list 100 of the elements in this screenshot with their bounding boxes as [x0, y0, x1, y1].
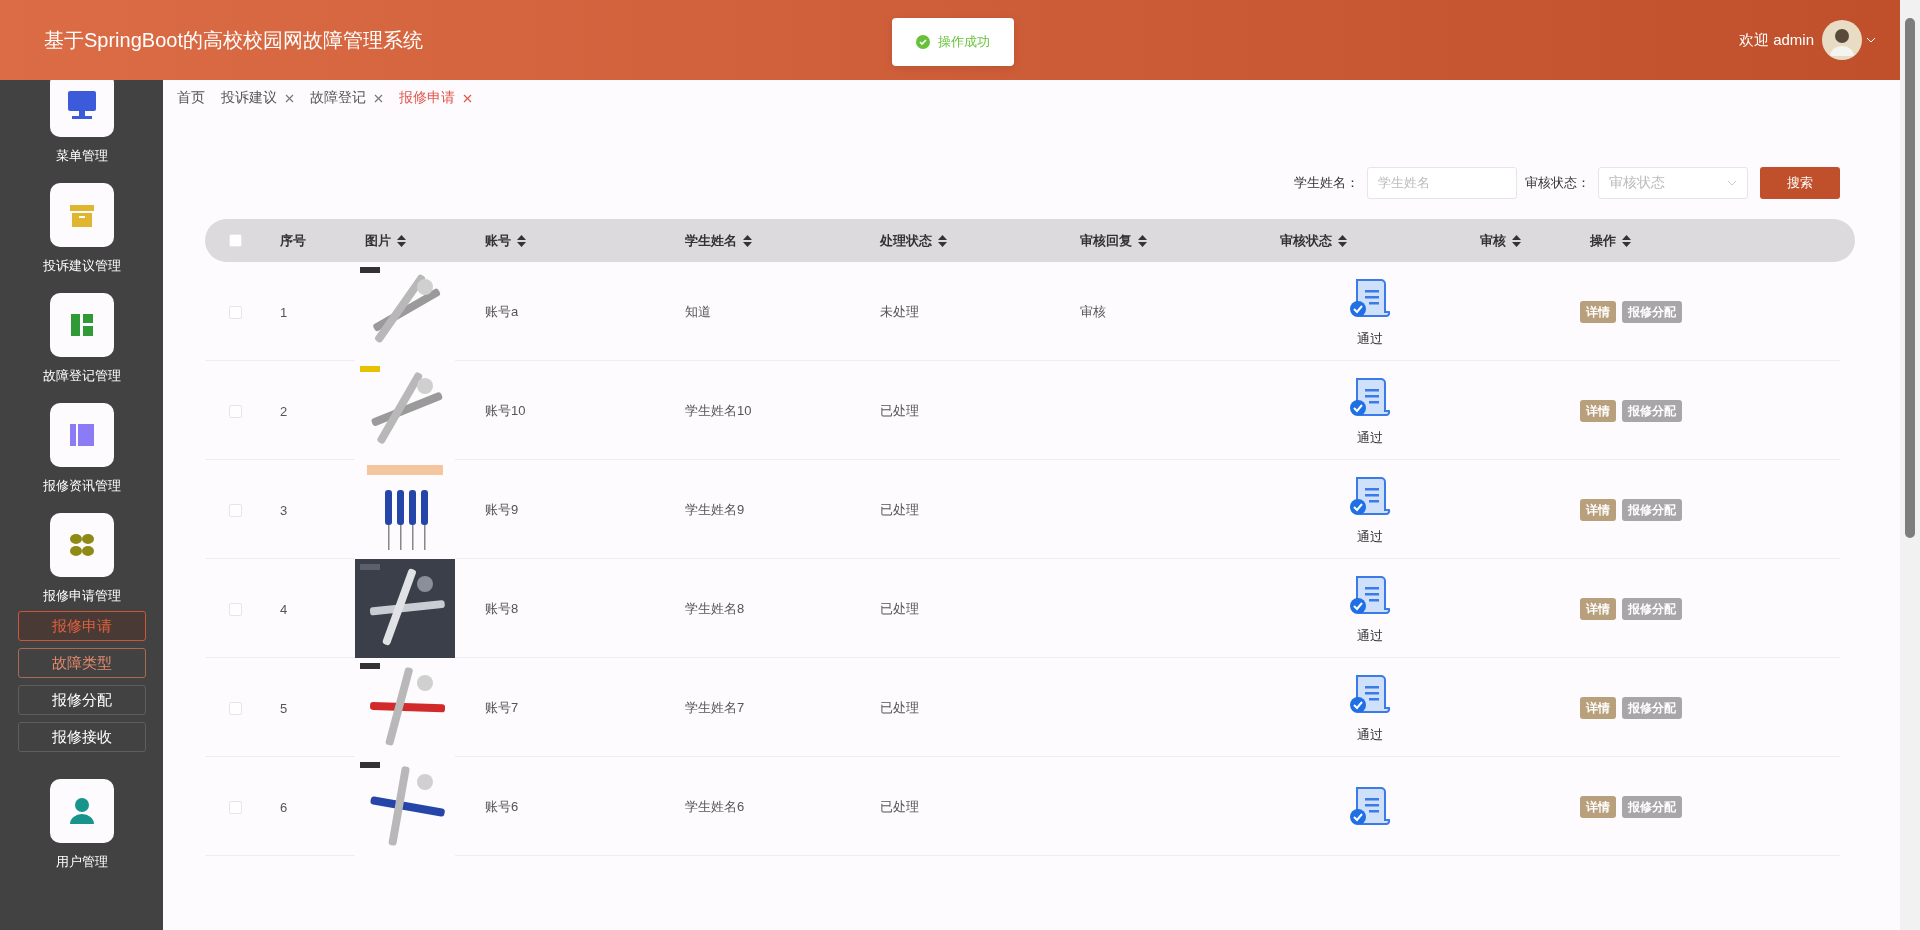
table-cell-text: 1 [279, 304, 289, 320]
column-header: 学生姓名 [685, 231, 737, 250]
submenu-item[interactable]: 故障类型 [17, 648, 146, 678]
select-all-checkbox[interactable] [229, 234, 242, 247]
table-cell-text: 学生姓名8 [684, 600, 746, 618]
details-button[interactable]: 详情 [1580, 796, 1616, 818]
column-header: 审核状态 [1280, 231, 1332, 250]
menu-label[interactable]: 故障登记管理 [42, 367, 121, 385]
audit-status: 通过 [1357, 726, 1383, 744]
sort-icon[interactable] [743, 234, 752, 247]
submenu-item[interactable]: 报修分配 [17, 685, 146, 715]
name-input[interactable]: 学生姓名 [1367, 166, 1517, 199]
submenu-item[interactable]: 报修申请 [17, 611, 146, 641]
column-header: 图片 [365, 231, 391, 250]
details-button[interactable]: 详情 [1580, 598, 1616, 620]
sort-icon[interactable] [938, 234, 947, 247]
table-cell-text: 已处理 [879, 798, 920, 816]
scrollbar[interactable] [1900, 0, 1920, 930]
column-header: 处理状态 [880, 231, 932, 250]
field-label: 学生姓名： [1294, 173, 1359, 192]
table-cell-text: 学生姓名6 [684, 798, 746, 816]
search-button[interactable]: 搜索 [1760, 166, 1840, 199]
table-cell-text: 5 [279, 700, 289, 716]
row-checkbox[interactable] [229, 305, 242, 319]
menu-card[interactable] [49, 293, 114, 357]
menu-label[interactable]: 报修资讯管理 [42, 477, 121, 495]
audit-status: 通过 [1357, 429, 1383, 447]
menu-card[interactable] [49, 183, 114, 247]
field-label: 审核状态： [1525, 173, 1590, 192]
details-button[interactable]: 详情 [1580, 400, 1616, 422]
assign-button[interactable]: 报修分配 [1622, 301, 1682, 323]
sort-icon[interactable] [1138, 234, 1147, 247]
row-checkbox[interactable] [229, 503, 242, 517]
details-button[interactable]: 详情 [1580, 697, 1616, 719]
table-cell-text: 账号8 [484, 600, 520, 618]
close-icon[interactable] [374, 93, 383, 103]
audit-status: 通过 [1357, 528, 1383, 546]
table-cell-text: 已处理 [879, 699, 920, 717]
sort-icon[interactable] [1622, 234, 1631, 247]
status-select[interactable]: 审核状态 [1598, 166, 1748, 199]
avatar-icon[interactable] [1822, 20, 1862, 60]
table-cell-text: 账号a [484, 303, 520, 321]
window-icon [66, 90, 97, 120]
close-icon[interactable] [463, 93, 472, 103]
column-header: 账号 [485, 231, 511, 250]
assign-button[interactable]: 报修分配 [1622, 598, 1682, 620]
audit-status: 通过 [1357, 627, 1383, 645]
chevron-down-icon[interactable] [1866, 37, 1876, 43]
table-cell-text: 审核 [1079, 303, 1107, 321]
column-header: 审核 [1480, 231, 1506, 250]
assign-button[interactable]: 报修分配 [1622, 697, 1682, 719]
table-cell-text: 已处理 [879, 402, 920, 420]
sort-icon[interactable] [1512, 234, 1521, 247]
table-cell-text: 已处理 [879, 600, 920, 618]
menu-label[interactable]: 报修申请管理 [42, 587, 121, 605]
table-cell-text: 知道 [684, 303, 712, 321]
menu-label[interactable]: 用户管理 [55, 853, 108, 871]
column-header: 审核回复 [1080, 231, 1132, 250]
sort-icon[interactable] [1338, 234, 1347, 247]
table-cell-text: 学生姓名10 [684, 402, 753, 420]
sort-icon[interactable] [517, 234, 526, 247]
assign-button[interactable]: 报修分配 [1622, 796, 1682, 818]
menu-card[interactable] [49, 513, 114, 577]
close-icon[interactable] [285, 93, 294, 103]
menu-label[interactable]: 投诉建议管理 [42, 257, 121, 275]
table-cell-text: 账号9 [484, 501, 520, 519]
menu-label[interactable]: 菜单管理 [55, 147, 108, 165]
assign-button[interactable]: 报修分配 [1622, 400, 1682, 422]
row-checkbox[interactable] [229, 404, 242, 418]
check-circle-icon [916, 35, 930, 49]
table-cell-text: 账号10 [484, 402, 527, 420]
menu-card[interactable] [49, 779, 114, 843]
submenu-item[interactable]: 报修接收 [17, 722, 146, 752]
assign-button[interactable]: 报修分配 [1622, 499, 1682, 521]
details-button[interactable]: 详情 [1580, 301, 1616, 323]
row-checkbox[interactable] [229, 602, 242, 616]
row-checkbox[interactable] [229, 800, 242, 814]
toast-message: 操作成功 [938, 33, 990, 51]
table-cell-text: 2 [279, 403, 289, 419]
menu-card[interactable] [49, 403, 114, 467]
table-cell-text: 3 [279, 502, 289, 518]
row-checkbox[interactable] [229, 701, 242, 715]
page-tab[interactable]: 投诉建议 [221, 89, 294, 107]
sort-icon[interactable] [397, 234, 406, 247]
app-title: 基于SpringBoot的高校校园网故障管理系统 [44, 27, 423, 53]
details-button[interactable]: 详情 [1580, 499, 1616, 521]
column-header: 操作 [1590, 231, 1616, 250]
table-cell-text: 学生姓名9 [684, 501, 746, 519]
table-cell-text: 未处理 [879, 303, 920, 321]
audit-status: 通过 [1357, 330, 1383, 348]
table-cell-text: 已处理 [879, 501, 920, 519]
table-cell-text: 6 [279, 799, 289, 815]
column-header: 序号 [280, 231, 306, 250]
page-tab[interactable]: 首页 [177, 89, 205, 107]
page-tab[interactable]: 故障登记 [310, 89, 383, 107]
page-tab[interactable]: 报修申请 [399, 89, 472, 107]
menu-card[interactable] [49, 80, 114, 137]
table-cell-text: 学生姓名7 [684, 699, 746, 717]
table-cell-text: 账号7 [484, 699, 520, 717]
chevron-down-icon [1727, 179, 1737, 186]
